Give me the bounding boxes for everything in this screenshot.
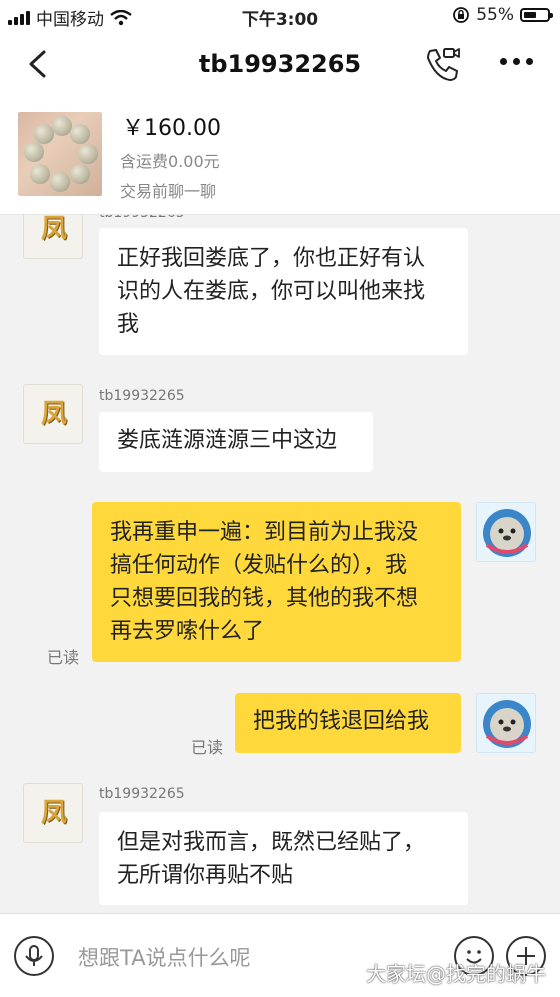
chat-area[interactable]: 凤 tb19932265 正好我回娄底了，你也正好有认 识的人在娄底，你可以叫他… (0, 215, 560, 913)
message-text: 我再重申一遍：到目前为止我没 (110, 520, 419, 545)
message-bubble[interactable]: 但是对我而言，既然已经贴了， 无所谓你再贴不贴 (99, 812, 468, 905)
product-price: ￥160.00 (122, 116, 221, 141)
message-text: 识的人在娄底，你可以叫他来找 (117, 279, 426, 304)
message-text: 搞任何动作（发贴什么的），我 (110, 553, 408, 578)
avatar[interactable]: 凤 (23, 783, 83, 843)
voice-button[interactable] (14, 936, 54, 976)
plus-icon (517, 947, 535, 965)
product-thumbnail[interactable] (18, 112, 102, 196)
message-text: 无所谓你再贴不贴 (117, 863, 294, 888)
avatar[interactable] (476, 693, 536, 753)
more-icon[interactable] (500, 58, 533, 65)
message-text: 正好我回娄底了，你也正好有认 (117, 246, 426, 271)
signal-icon (8, 10, 30, 25)
status-bar: 中国移动 下午3:00 55% (0, 0, 560, 32)
emoji-button[interactable] (454, 936, 494, 976)
message-bubble[interactable]: 把我的钱退回给我 (235, 693, 461, 753)
status-left: 中国移动 (8, 5, 132, 30)
battery-percent: 55% (476, 5, 514, 25)
avatar[interactable]: 凤 (23, 384, 83, 444)
nav-bar: tb19932265 (0, 32, 560, 98)
voice-icon (25, 945, 43, 966)
chat-title: tb19932265 (198, 50, 362, 78)
orientation-lock-icon (453, 7, 470, 23)
sender-name: tb19932265 (99, 786, 185, 802)
back-icon[interactable] (20, 46, 56, 82)
product-card[interactable]: ￥160.00 含运费0.00元 交易前聊一聊 (0, 98, 560, 215)
message-text: 把我的钱退回给我 (253, 709, 430, 734)
product-shipping: 含运费0.00元 (120, 152, 220, 171)
message-bubble[interactable]: 我再重申一遍：到目前为止我没 搞任何动作（发贴什么的），我 只想要回我的钱，其他… (92, 502, 461, 662)
input-bar: 想跟TA说点什么呢 大家坛@找完的蜗牛 (0, 913, 560, 997)
message-bubble[interactable]: 正好我回娄底了，你也正好有认 识的人在娄底，你可以叫他来找 我 (99, 228, 468, 355)
product-hint: 交易前聊一聊 (120, 182, 217, 201)
read-receipt: 已读 (191, 738, 224, 757)
avatar[interactable]: 凤 (23, 215, 83, 259)
seal-avatar-icon (483, 700, 531, 748)
wifi-icon (110, 9, 132, 25)
message-text: 娄底涟源涟源三中这边 (117, 428, 338, 453)
message-text: 再去罗嗦什么了 (110, 619, 265, 644)
seal-avatar-icon (483, 509, 531, 557)
phone-icon[interactable] (422, 44, 462, 84)
emoji-icon (466, 950, 482, 964)
message-input[interactable]: 想跟TA说点什么呢 (78, 942, 251, 972)
message-text: 我 (117, 312, 140, 337)
status-right: 55% (452, 5, 553, 25)
message-bubble[interactable]: 娄底涟源涟源三中这边 (99, 412, 373, 472)
battery-icon (520, 8, 553, 22)
message-text: 只想要回我的钱，其他的我不想 (110, 586, 419, 611)
sender-name: tb19932265 (99, 388, 185, 404)
sender-name: tb19932265 (99, 215, 185, 221)
read-receipt: 已读 (47, 648, 80, 667)
message-text: 但是对我而言，既然已经贴了， (117, 830, 426, 855)
avatar[interactable] (476, 502, 536, 562)
carrier-label: 中国移动 (36, 10, 104, 30)
plus-button[interactable] (506, 936, 546, 976)
